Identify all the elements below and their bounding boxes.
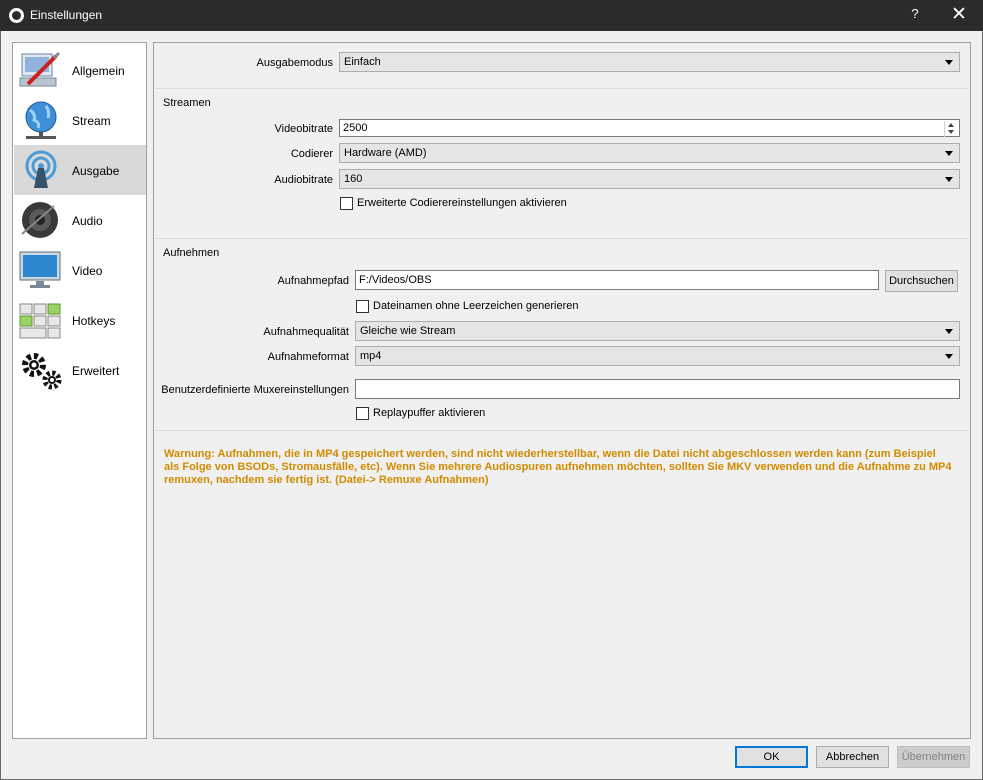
help-button[interactable]: ? bbox=[905, 6, 925, 21]
chevron-down-icon bbox=[945, 329, 953, 334]
monitor-icon bbox=[19, 251, 61, 288]
broadcast-antenna-icon bbox=[25, 150, 57, 188]
recording-path-label: Aufnahmepfad bbox=[277, 275, 349, 287]
sidebar-item-video[interactable]: Video bbox=[14, 245, 146, 295]
output-mode-select[interactable]: Einfach bbox=[339, 52, 960, 72]
spin-up-icon[interactable] bbox=[948, 123, 954, 127]
sidebar-item-label: Ausgabe bbox=[72, 164, 120, 178]
chevron-down-icon bbox=[945, 354, 953, 359]
recording-quality-label: Aufnahmequalität bbox=[263, 326, 349, 338]
chevron-down-icon bbox=[945, 60, 953, 65]
advanced-encoder-checkbox[interactable]: Erweiterte Codierereinstellungen aktivie… bbox=[340, 196, 640, 212]
recording-quality-value: Gleiche wie Stream bbox=[360, 325, 456, 337]
muxer-settings-field[interactable] bbox=[355, 379, 960, 399]
video-bitrate-spinbox[interactable]: 2500 bbox=[339, 119, 960, 137]
checkbox-box[interactable] bbox=[356, 300, 369, 313]
globe-network-icon bbox=[25, 101, 57, 139]
keyboard-icon bbox=[19, 303, 61, 339]
cancel-button[interactable]: Abbrechen bbox=[816, 746, 889, 768]
sidebar-item-label: Stream bbox=[72, 114, 111, 128]
mp4-warning-text: Warnung: Aufnahmen, die in MP4 gespeiche… bbox=[164, 448, 952, 486]
recording-format-value: mp4 bbox=[360, 350, 382, 362]
output-mode-label: Ausgabemodus bbox=[256, 57, 333, 69]
video-bitrate-value: 2500 bbox=[343, 122, 368, 134]
sidebar-item-label: Hotkeys bbox=[72, 314, 116, 328]
gears-icon bbox=[22, 353, 62, 390]
advanced-encoder-label: Erweiterte Codierereinstellungen aktivie… bbox=[357, 197, 567, 209]
checkbox-box[interactable] bbox=[356, 407, 369, 420]
checkbox-box[interactable] bbox=[340, 197, 353, 210]
sidebar-item-label: Erweitert bbox=[72, 364, 120, 378]
recording-group-title: Aufnehmen bbox=[163, 247, 220, 259]
audio-bitrate-label: Audiobitrate bbox=[274, 174, 333, 186]
replay-buffer-checkbox[interactable]: Replaypuffer aktivieren bbox=[356, 406, 656, 422]
window-title: Einstellungen bbox=[30, 8, 103, 22]
streaming-group-title: Streamen bbox=[163, 97, 211, 109]
settings-sidebar: Allgemein Stream Ausgabe Audio Video Hot… bbox=[12, 42, 147, 739]
obs-logo-icon bbox=[9, 8, 24, 23]
sidebar-item-label: Video bbox=[72, 264, 103, 278]
sidebar-item-output[interactable]: Ausgabe bbox=[14, 145, 146, 195]
muxer-settings-label: Benutzerdefinierte Muxereinstellungen bbox=[161, 384, 349, 396]
chevron-down-icon bbox=[945, 151, 953, 156]
divider bbox=[155, 238, 969, 239]
output-mode-value: Einfach bbox=[344, 56, 381, 68]
spin-buttons[interactable] bbox=[944, 121, 958, 137]
title-bar: Einstellungen ? ✕ bbox=[0, 0, 983, 31]
video-bitrate-label: Videobitrate bbox=[274, 123, 333, 135]
sidebar-item-hotkeys[interactable]: Hotkeys bbox=[14, 295, 146, 345]
no-spaces-label: Dateinamen ohne Leerzeichen generieren bbox=[373, 300, 579, 312]
sidebar-item-stream[interactable]: Stream bbox=[14, 95, 146, 145]
sidebar-item-label: Audio bbox=[72, 214, 103, 228]
recording-format-select[interactable]: mp4 bbox=[355, 346, 960, 366]
general-settings-icon bbox=[19, 51, 61, 87]
recording-path-value: F:/Videos/OBS bbox=[359, 274, 432, 286]
replay-buffer-label: Replaypuffer aktivieren bbox=[373, 407, 486, 419]
sidebar-item-audio[interactable]: Audio bbox=[14, 195, 146, 245]
encoder-label: Codierer bbox=[290, 148, 333, 160]
audio-bitrate-select[interactable]: 160 bbox=[339, 169, 960, 189]
recording-quality-select[interactable]: Gleiche wie Stream bbox=[355, 321, 960, 341]
browse-button[interactable]: Durchsuchen bbox=[885, 270, 958, 292]
recording-format-label: Aufnahmeformat bbox=[267, 351, 349, 363]
spin-down-icon[interactable] bbox=[948, 130, 954, 134]
encoder-select[interactable]: Hardware (AMD) bbox=[339, 143, 960, 163]
recording-path-field[interactable]: F:/Videos/OBS bbox=[355, 270, 879, 290]
ok-button[interactable]: OK bbox=[735, 746, 808, 768]
audio-bitrate-value: 160 bbox=[344, 173, 363, 185]
sidebar-item-advanced[interactable]: Erweitert bbox=[14, 345, 146, 395]
chevron-down-icon bbox=[945, 177, 953, 182]
close-button[interactable]: ✕ bbox=[946, 3, 972, 27]
divider bbox=[155, 88, 969, 89]
no-spaces-checkbox[interactable]: Dateinamen ohne Leerzeichen generieren bbox=[356, 299, 656, 315]
sidebar-item-label: Allgemein bbox=[72, 64, 125, 78]
speaker-icon bbox=[21, 202, 58, 238]
apply-button[interactable]: Übernehmen bbox=[897, 746, 970, 768]
encoder-value: Hardware (AMD) bbox=[344, 147, 427, 159]
divider bbox=[155, 430, 969, 431]
sidebar-item-general[interactable]: Allgemein bbox=[14, 45, 146, 95]
